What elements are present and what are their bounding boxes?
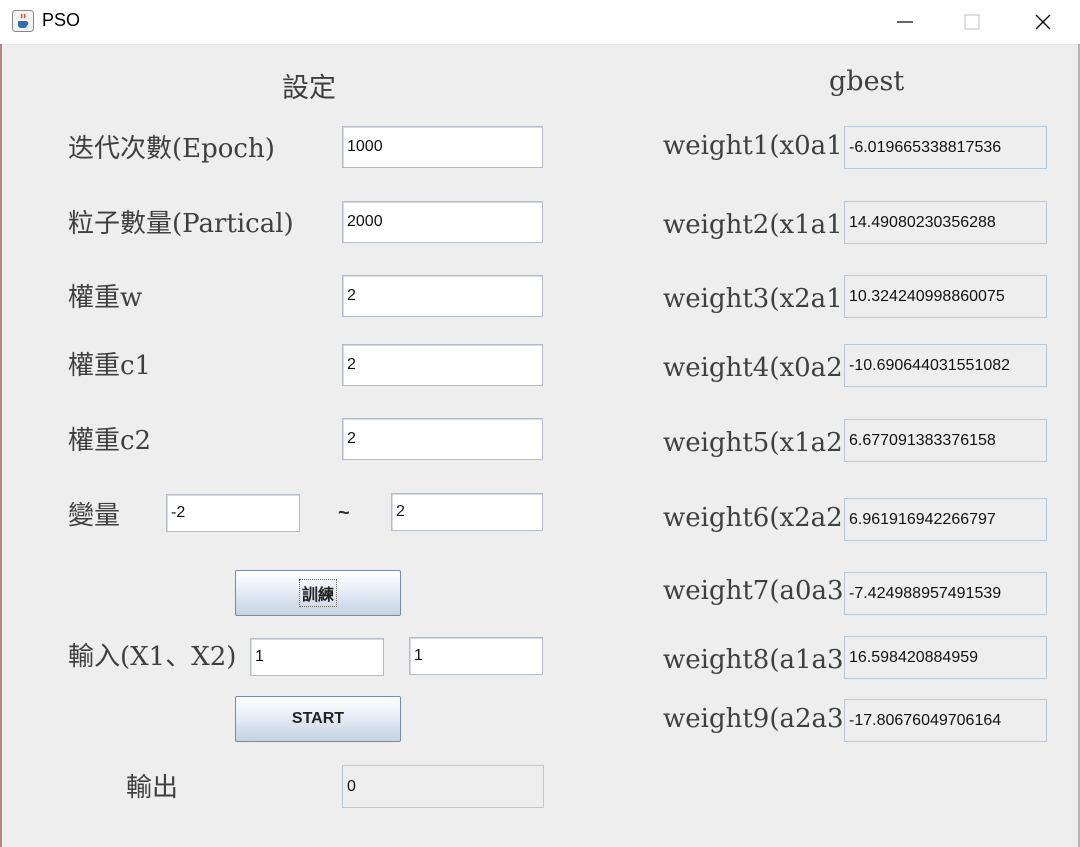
gbest-header: gbest [829,66,905,97]
input-x1-field[interactable] [250,638,384,676]
range-min-input[interactable] [166,494,300,532]
weight1-value: -6.019665338817536 [844,126,1047,169]
range-max-input[interactable] [391,493,543,531]
weight4-value: -10.690644031551082 [844,344,1047,387]
output-field: 0 [342,765,544,808]
weight-w-input[interactable] [342,275,543,317]
weight2-value: 14.49080230356288 [844,201,1047,244]
title-bar: PSO [0,0,1080,45]
weight2-label: weight2(x1a1) [663,210,853,240]
maximize-icon [964,14,980,30]
start-button[interactable]: START [235,696,401,742]
input-label: 輸入(X1、X2) [68,642,237,672]
weight4-label: weight4(x0a2) [663,353,853,383]
weight3-value: 10.324240998860075 [844,275,1047,318]
weight-c2-label: 權重c2 [68,426,152,456]
weight1-label: weight1(x0a1) [663,131,853,161]
weight3-label: weight3(x2a1) [663,284,853,314]
particle-label: 粒子數量(Partical) [68,209,294,239]
maximize-button[interactable] [939,0,1005,44]
weight6-value: 6.961916942266797 [844,498,1047,541]
range-separator: ~ [338,502,350,524]
minimize-icon [897,21,913,23]
minimize-button[interactable] [872,0,938,44]
close-icon [1035,14,1051,30]
weight9-value: -17.80676049706164 [844,699,1047,742]
epoch-label: 迭代次數(Epoch) [68,134,275,164]
weight5-value: 6.677091383376158 [844,419,1047,462]
weight8-value: 16.598420884959 [844,636,1047,679]
window-title: PSO [42,10,81,30]
java-coffee-icon [12,10,34,32]
close-button[interactable] [1010,0,1076,44]
weight9-label: weight9(a2a3) [663,704,854,734]
weight7-value: -7.424988957491539 [844,572,1047,615]
window-border-left [0,44,2,847]
weight-c1-label: 權重c1 [68,351,152,381]
train-button-label: 訓練 [298,579,337,607]
weight-c1-input[interactable] [342,344,543,386]
weight7-label: weight7(a0a3) [663,576,854,606]
particle-input[interactable] [342,201,543,243]
range-label: 變量 [68,501,121,531]
weight-w-label: 權重w [68,283,143,313]
output-label: 輸出 [126,773,179,803]
input-x2-field[interactable] [409,637,543,675]
weight-c2-input[interactable] [342,418,543,460]
epoch-input[interactable] [342,126,543,168]
train-button[interactable]: 訓練 [235,570,401,616]
settings-header: 設定 [282,73,336,104]
weight5-label: weight5(x1a2) [663,428,853,458]
weight8-label: weight8(a1a3) [663,645,854,675]
weight6-label: weight6(x2a2) [663,503,853,533]
